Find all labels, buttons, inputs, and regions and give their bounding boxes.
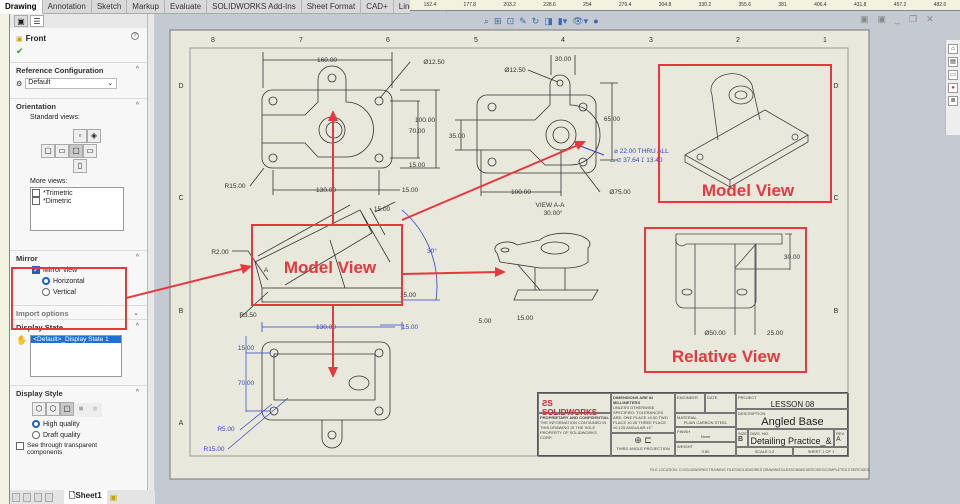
- zone-label: 5: [474, 37, 478, 44]
- dimension[interactable]: 70.00: [238, 380, 255, 387]
- zone-label: 8: [211, 37, 215, 44]
- relative-view-label: Relative View: [672, 347, 781, 366]
- dimension[interactable]: 15.00: [238, 345, 255, 352]
- hole-callout[interactable]: ⌀ 22.00 THRU ALL: [614, 148, 669, 155]
- dimension[interactable]: 5.00: [479, 318, 492, 325]
- zone-label: 7: [299, 37, 303, 44]
- zone-label: B: [179, 308, 184, 315]
- zone-label: D: [178, 83, 183, 90]
- dimension[interactable]: 160.00: [317, 57, 337, 64]
- zone-label: 4: [561, 37, 565, 44]
- dimension[interactable]: 100.00: [415, 117, 435, 124]
- section-label[interactable]: A: [264, 267, 269, 274]
- dimension[interactable]: Ø12.50: [504, 67, 526, 74]
- dwg-no-value: Detailing Practice_&: [750, 436, 832, 446]
- zone-label: A: [179, 420, 184, 427]
- sheet-count: SHEET 1 OF 1: [793, 447, 849, 457]
- description-value: Angled Base: [761, 416, 824, 428]
- dimension[interactable]: 100.00: [511, 189, 531, 196]
- dimension[interactable]: 15.00: [402, 324, 419, 331]
- dimension[interactable]: R3.50: [239, 312, 257, 319]
- mirror-highlight-box: [11, 267, 127, 330]
- proprietary-text: THE INFORMATION CONTAINED IN THIS DRAWIN…: [540, 420, 607, 440]
- dimension[interactable]: R5.00: [217, 426, 235, 433]
- dimension[interactable]: 30.00: [555, 56, 572, 63]
- material-value: PLAIN CARBON STEEL: [683, 420, 728, 425]
- dimension[interactable]: R15.00: [204, 446, 225, 453]
- projection-symbol-icon: ⊕ ⊏: [634, 435, 652, 445]
- dimension[interactable]: 35.00: [449, 133, 466, 140]
- engineer-label: ENGINEER: [675, 393, 705, 413]
- view-rotation: 30.00°: [544, 209, 563, 217]
- dimension[interactable]: 15.00: [402, 187, 419, 194]
- dimension[interactable]: 15.00: [409, 162, 426, 169]
- zone-label: 1: [823, 37, 827, 44]
- dimension[interactable]: Ø75.00: [609, 189, 631, 196]
- zone-label: 2: [736, 37, 740, 44]
- zone-label: C: [833, 195, 838, 202]
- finish-value: None: [700, 434, 711, 439]
- view-label[interactable]: VIEW A-A: [536, 202, 566, 209]
- weight-value: 0.80: [701, 449, 710, 454]
- units-note: DIMENSIONS ARE IN MILLIMETERS: [613, 395, 653, 405]
- dimension[interactable]: 65.00: [604, 116, 621, 123]
- zone-label: 3: [649, 37, 653, 44]
- zone-label: B: [834, 308, 839, 315]
- hole-callout[interactable]: ⌴ ⌀ 37.64 ↧ 13.40: [610, 157, 663, 164]
- rev-value: A: [836, 436, 841, 443]
- dimension[interactable]: 70.00: [409, 128, 426, 135]
- dimension[interactable]: 15.00: [374, 206, 391, 213]
- model-view-label: Model View: [284, 258, 377, 277]
- solidworks-logo-icon: ƧS: [542, 399, 553, 408]
- scale-value: SCALE:1:2: [736, 447, 793, 457]
- dimension[interactable]: 15.00: [517, 315, 534, 322]
- size-value: B: [738, 436, 744, 443]
- project-value: LESSON 08: [770, 400, 815, 409]
- zone-label: C: [178, 195, 183, 202]
- title-block: ƧS SOLIDWORKS PROPRIETARY AND CONFIDENTI…: [537, 392, 849, 457]
- zone-label: D: [833, 83, 838, 90]
- file-location: FILE LOCATION: C:\SOLIDWORKS TRAINING FI…: [650, 468, 870, 472]
- dimension[interactable]: 30.00: [784, 254, 801, 261]
- zone-label: 6: [386, 37, 390, 44]
- angle-dimension[interactable]: 30°: [427, 247, 437, 255]
- dimension[interactable]: R15.00: [225, 183, 246, 190]
- project-label: PROJECT: [738, 395, 757, 400]
- projection-label: THIRD ANGLE PROJECTION: [616, 446, 670, 451]
- dimension[interactable]: R2.00: [211, 249, 229, 256]
- dimension[interactable]: Ø50.00: [704, 330, 726, 337]
- dimension[interactable]: 25.00: [767, 330, 784, 337]
- tolerance-note: UNLESS OTHERWISE SPECIFIED: TOLERANCES A…: [613, 405, 668, 430]
- model-view-label: Model View: [702, 181, 795, 200]
- dimension[interactable]: Ø12.50: [423, 59, 445, 66]
- date-label: DATE: [705, 393, 736, 413]
